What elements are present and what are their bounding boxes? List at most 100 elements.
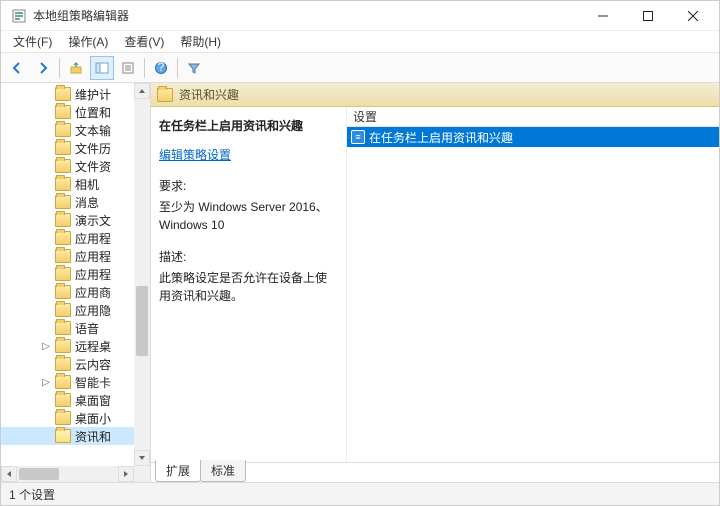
scroll-up-icon[interactable] (134, 83, 150, 99)
tree-item-label: 位置和 (75, 104, 111, 121)
folder-icon (55, 411, 71, 425)
folder-icon (55, 339, 71, 353)
tree-item[interactable]: 相机 (1, 175, 150, 193)
help-button[interactable]: ? (149, 56, 173, 80)
tree-item-label: 桌面窗 (75, 392, 111, 409)
tree-item[interactable]: 应用商 (1, 283, 150, 301)
tree-item[interactable]: 文件历 (1, 139, 150, 157)
tree-item-label: 文件历 (75, 140, 111, 157)
tree-item[interactable]: 文本输 (1, 121, 150, 139)
scroll-corner (134, 466, 150, 482)
menu-view[interactable]: 查看(V) (116, 31, 172, 52)
folder-icon (55, 231, 71, 245)
folder-icon (55, 321, 71, 335)
forward-button[interactable] (31, 56, 55, 80)
tree-item[interactable]: 应用程 (1, 265, 150, 283)
folder-icon (55, 177, 71, 191)
content-title: 资讯和兴趣 (179, 86, 239, 103)
folder-icon (55, 393, 71, 407)
scroll-right-icon[interactable] (118, 466, 134, 482)
tree-item[interactable]: ▷ 智能卡 (1, 373, 150, 391)
main-area: 维护计位置和文本输文件历文件资相机消息演示文应用程应用程应用程应用商应用隐语音▷… (1, 83, 719, 483)
requirements-text: 至少为 Windows Server 2016、Windows 10 (159, 198, 338, 234)
folder-icon (55, 429, 71, 443)
setting-row[interactable]: ≡在任务栏上启用资讯和兴趣 (347, 127, 719, 147)
tree-item-label: 智能卡 (75, 374, 111, 391)
menu-help[interactable]: 帮助(H) (172, 31, 229, 52)
content-panel: 资讯和兴趣 在任务栏上启用资讯和兴趣 编辑策略设置 要求: 至少为 Window… (151, 83, 719, 482)
tab-standard[interactable]: 标准 (200, 460, 246, 482)
svg-text:?: ? (158, 61, 165, 74)
tree-item[interactable]: 桌面窗 (1, 391, 150, 409)
status-text: 1 个设置 (9, 486, 55, 503)
tree-item[interactable]: 资讯和 (1, 427, 150, 445)
tree-item-label: 远程桌 (75, 338, 111, 355)
tree-item-label: 云内容 (75, 356, 111, 373)
folder-icon (157, 88, 173, 102)
menu-file[interactable]: 文件(F) (5, 31, 60, 52)
tree-horizontal-scrollbar[interactable] (1, 466, 134, 482)
requirements-label: 要求: (159, 177, 338, 194)
up-button[interactable] (64, 56, 88, 80)
column-header-setting[interactable]: 设置 (347, 107, 719, 127)
tree-item[interactable]: 应用隐 (1, 301, 150, 319)
folder-icon (55, 375, 71, 389)
tree-item[interactable]: ▷ 远程桌 (1, 337, 150, 355)
edit-policy-link[interactable]: 编辑策略设置 (159, 146, 338, 163)
folder-icon (55, 213, 71, 227)
tree-item-label: 应用程 (75, 230, 111, 247)
scroll-thumb[interactable] (19, 468, 59, 480)
tree-item-label: 维护计 (75, 86, 111, 103)
tree-item[interactable]: 位置和 (1, 103, 150, 121)
filter-button[interactable] (182, 56, 206, 80)
back-button[interactable] (5, 56, 29, 80)
tree-item-label: 文件资 (75, 158, 111, 175)
tree-item-label: 语音 (75, 320, 99, 337)
minimize-button[interactable] (580, 1, 625, 31)
tab-extended[interactable]: 扩展 (155, 460, 201, 482)
tree-item[interactable]: 文件资 (1, 157, 150, 175)
folder-icon (55, 159, 71, 173)
tree-item[interactable]: 应用程 (1, 247, 150, 265)
folder-icon (55, 141, 71, 155)
expand-icon[interactable]: ▷ (41, 377, 51, 388)
scroll-thumb[interactable] (136, 286, 148, 356)
tree-item[interactable]: 消息 (1, 193, 150, 211)
tab-bar: 扩展 标准 (151, 462, 719, 482)
titlebar: 本地组策略编辑器 (1, 1, 719, 31)
toolbar-separator (59, 58, 60, 78)
status-bar: 1 个设置 (1, 483, 719, 505)
tree-item[interactable]: 维护计 (1, 85, 150, 103)
close-button[interactable] (670, 1, 715, 31)
tree-item[interactable]: 应用程 (1, 229, 150, 247)
description-label: 描述: (159, 248, 338, 265)
scroll-down-icon[interactable] (134, 450, 150, 466)
tree-item-label: 资讯和 (75, 428, 111, 445)
tree-item-label: 相机 (75, 176, 99, 193)
show-hide-tree-button[interactable] (90, 56, 114, 80)
description-text: 此策略设定是否允许在设备上使用资讯和兴趣。 (159, 269, 338, 305)
tree-item-label: 演示文 (75, 212, 111, 229)
scroll-left-icon[interactable] (1, 466, 17, 482)
tree-item-label: 应用商 (75, 284, 111, 301)
tree-item-label: 桌面小 (75, 410, 111, 427)
setting-icon: ≡ (351, 130, 365, 144)
folder-icon (55, 195, 71, 209)
folder-icon (55, 267, 71, 281)
expand-icon[interactable]: ▷ (41, 341, 51, 352)
content-body: 在任务栏上启用资讯和兴趣 编辑策略设置 要求: 至少为 Windows Serv… (151, 107, 719, 462)
tree-item[interactable]: 云内容 (1, 355, 150, 373)
tree-vertical-scrollbar[interactable] (134, 83, 150, 466)
folder-icon (55, 87, 71, 101)
tree-item[interactable]: 桌面小 (1, 409, 150, 427)
tree-item-label: 应用隐 (75, 302, 111, 319)
window-title: 本地组策略编辑器 (33, 7, 580, 24)
tree-item[interactable]: 语音 (1, 319, 150, 337)
tree-item[interactable]: 演示文 (1, 211, 150, 229)
maximize-button[interactable] (625, 1, 670, 31)
setting-title: 在任务栏上启用资讯和兴趣 (159, 117, 338, 134)
tree-panel: 维护计位置和文本输文件历文件资相机消息演示文应用程应用程应用程应用商应用隐语音▷… (1, 83, 151, 482)
export-list-button[interactable] (116, 56, 140, 80)
toolbar-separator (177, 58, 178, 78)
menu-action[interactable]: 操作(A) (60, 31, 116, 52)
